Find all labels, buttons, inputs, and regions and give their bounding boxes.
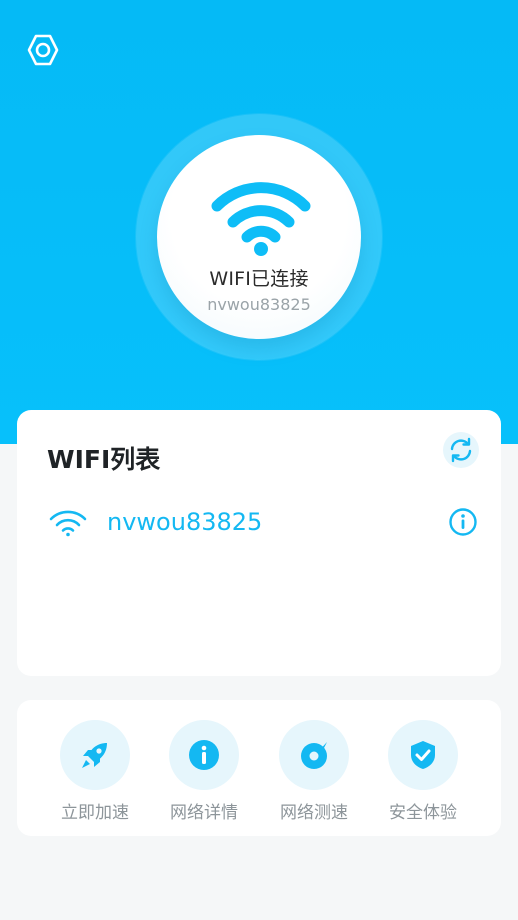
network-info-button[interactable] (447, 506, 479, 538)
info-icon (449, 508, 477, 536)
refresh-icon (450, 437, 472, 463)
tools-card: 立即加速 网络详情 网络测速 安全体验 (17, 700, 501, 836)
wifi-ssid-label: nvwou83825 (107, 508, 263, 536)
refresh-button[interactable] (443, 432, 479, 468)
tool-icon-bg (279, 720, 349, 790)
wifi-icon (49, 510, 87, 537)
network-details-button[interactable]: 网络详情 (154, 720, 254, 823)
tool-icon-bg (169, 720, 239, 790)
wifi-list-title: WIFI列表 (47, 445, 161, 474)
connected-ssid: nvwou83825 (207, 295, 311, 314)
tool-label: 网络详情 (170, 803, 238, 823)
rocket-icon (82, 743, 107, 768)
tool-icon-bg (388, 720, 458, 790)
shield-check-icon (411, 741, 435, 769)
wifi-list-item[interactable]: nvwou83825 (39, 500, 479, 544)
info-icon (189, 740, 219, 770)
settings-button[interactable] (24, 31, 62, 69)
speed-test-button[interactable]: 网络测速 (264, 720, 364, 823)
wifi-list-card: WIFI列表 nvwou83825 (17, 410, 501, 676)
security-check-button[interactable]: 安全体验 (373, 720, 473, 823)
tool-icon-bg (60, 720, 130, 790)
speed-up-button[interactable]: 立即加速 (45, 720, 145, 823)
gear-icon (27, 34, 59, 66)
wifi-icon (211, 182, 311, 256)
tool-label: 网络测速 (280, 803, 348, 823)
tool-label: 安全体验 (389, 803, 457, 823)
speedometer-icon (301, 742, 327, 769)
tool-label: 立即加速 (61, 803, 129, 823)
connection-status-text: WIFI已连接 (209, 268, 309, 290)
